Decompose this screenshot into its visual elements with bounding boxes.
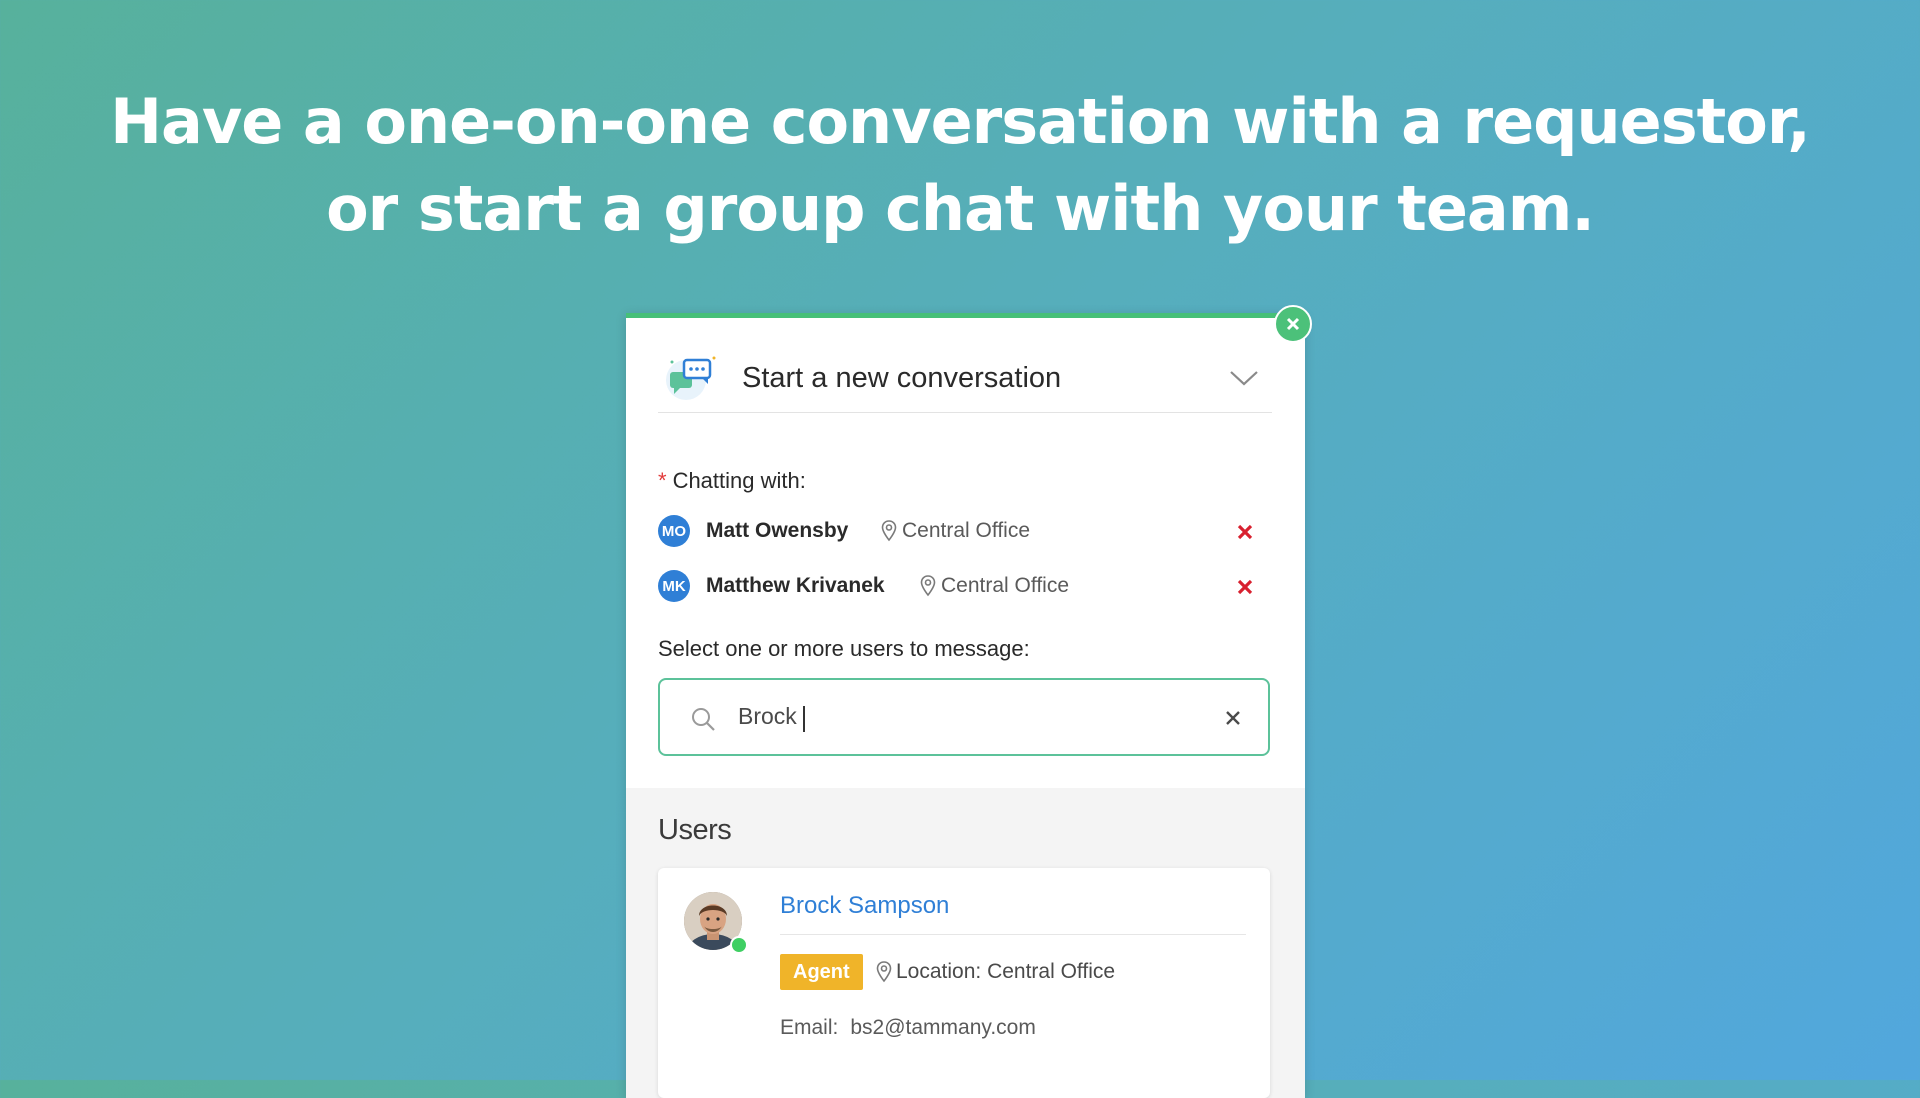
required-marker: * — [658, 468, 667, 493]
participant-location: Central Office — [920, 574, 1069, 598]
participant-name: Matt Owensby — [706, 519, 849, 542]
divider — [780, 934, 1246, 935]
chevron-down-icon[interactable] — [1228, 368, 1260, 388]
text-cursor — [803, 706, 805, 732]
panel-title: Start a new conversation — [742, 362, 1062, 394]
map-pin-icon — [920, 575, 936, 597]
remove-x-icon — [1237, 524, 1253, 540]
online-status-indicator — [730, 936, 748, 954]
participant-name: Matthew Krivanek — [706, 574, 885, 597]
map-pin-icon — [881, 520, 897, 542]
avatar: MO — [658, 515, 690, 547]
new-conversation-panel: Start a new conversation * Chatting with:… — [626, 313, 1305, 1098]
select-users-label: Select one or more users to message: — [658, 636, 1030, 661]
chat-bubbles-icon — [666, 356, 716, 400]
remove-participant-button[interactable] — [1233, 520, 1257, 544]
search-icon — [692, 708, 715, 731]
participant-location: Central Office — [881, 519, 1030, 543]
email-label: Email: — [780, 1016, 839, 1039]
user-name-link[interactable]: Brock Sampson — [780, 892, 949, 920]
chatting-with-label: * Chatting with: — [658, 468, 806, 494]
headline-line-2: or start a group chat with your team. — [326, 172, 1595, 245]
user-result-card[interactable]: Brock Sampson Agent Location: Central Of… — [658, 868, 1270, 1098]
headline: Have a one-on-one conversation with a re… — [0, 78, 1920, 252]
search-results: Users Brock Sampson Agent Location: Cent… — [626, 788, 1305, 1098]
map-pin-icon — [876, 961, 892, 983]
location-text: Location: Central Office — [896, 960, 1116, 983]
user-email: Email: bs2@tammany.com — [780, 1016, 1036, 1040]
close-button[interactable] — [1274, 305, 1312, 343]
location-text: Central Office — [902, 519, 1030, 542]
clear-search-button[interactable] — [1220, 705, 1246, 731]
email-value: bs2@tammany.com — [850, 1016, 1036, 1039]
chat-participant: MO Matt Owensby Central Office — [658, 514, 1272, 550]
role-badge: Agent — [780, 954, 863, 990]
headline-line-1: Have a one-on-one conversation with a re… — [110, 85, 1811, 158]
remove-participant-button[interactable] — [1233, 575, 1257, 599]
chatting-with-text: Chatting with: — [672, 468, 806, 493]
panel-header: Start a new conversation — [658, 346, 1272, 413]
close-icon — [1286, 317, 1300, 331]
remove-x-icon — [1237, 579, 1253, 595]
results-heading: Users — [658, 814, 732, 846]
user-search-box[interactable] — [658, 678, 1270, 756]
user-location: Location: Central Office — [876, 960, 1115, 984]
chat-participant: MK Matthew Krivanek Central Office — [658, 569, 1272, 605]
location-text: Central Office — [941, 574, 1069, 597]
avatar: MK — [658, 570, 690, 602]
clear-icon — [1226, 711, 1240, 725]
